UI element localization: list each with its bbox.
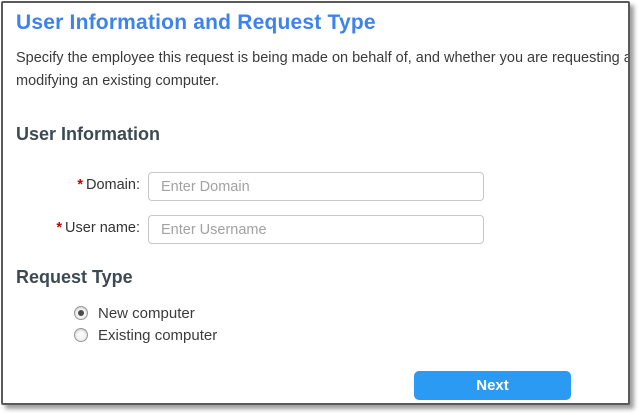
- username-label: *User name:: [3, 220, 140, 236]
- domain-label: *Domain:: [3, 177, 140, 193]
- radio-option-new-computer[interactable]: New computer: [74, 304, 195, 322]
- page-title: User Information and Request Type: [16, 11, 376, 35]
- radio-option-existing-computer[interactable]: Existing computer: [74, 326, 217, 344]
- required-asterisk: *: [56, 220, 62, 236]
- form-panel: User Information and Request Type Specif…: [1, 1, 630, 405]
- radio-button-icon[interactable]: [74, 306, 88, 320]
- radio-label-new-computer[interactable]: New computer: [98, 305, 195, 322]
- username-input[interactable]: [148, 215, 484, 244]
- domain-input[interactable]: [148, 172, 484, 201]
- radio-button-icon[interactable]: [74, 328, 88, 342]
- form-row-domain: *Domain:: [3, 172, 628, 201]
- description-line-1: Specify the employee this request is bei…: [16, 47, 630, 70]
- description-line-2: modifying an existing computer.: [16, 70, 630, 93]
- next-button[interactable]: Next: [414, 371, 571, 400]
- section-heading-user-information: User Information: [16, 124, 160, 145]
- required-asterisk: *: [77, 177, 83, 193]
- page-description: Specify the employee this request is bei…: [16, 47, 630, 93]
- section-heading-request-type: Request Type: [16, 267, 133, 288]
- form-row-username: *User name:: [3, 215, 628, 244]
- username-label-text: User name:: [65, 220, 140, 236]
- domain-label-text: Domain:: [86, 177, 140, 193]
- radio-label-existing-computer[interactable]: Existing computer: [98, 327, 217, 344]
